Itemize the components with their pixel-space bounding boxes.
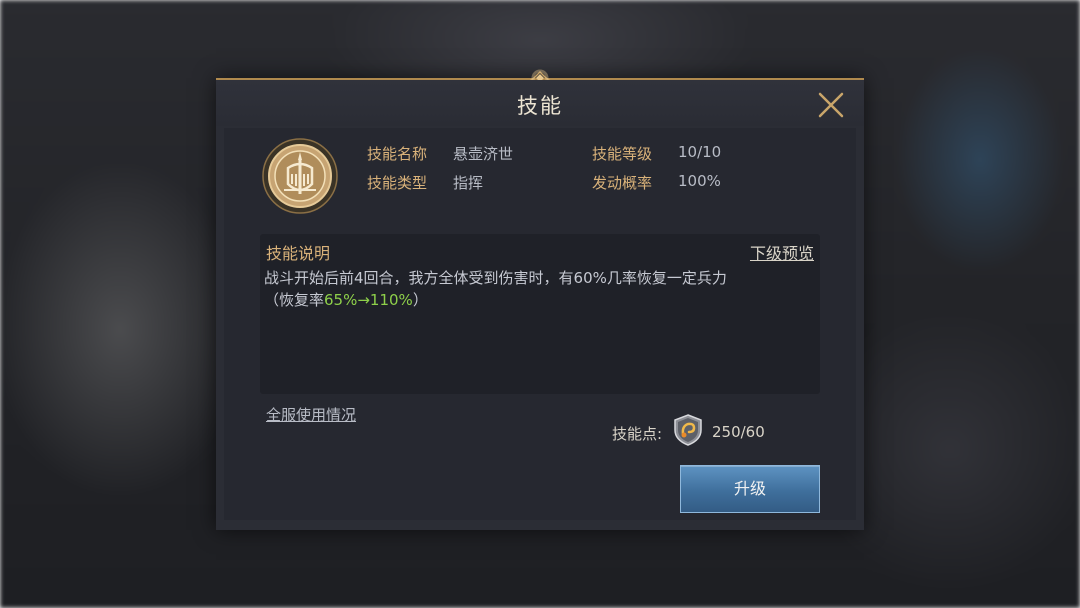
description-text: 战斗开始后前4回合，我方全体受到伤害时，有60%几率恢复一定兵力 （恢复率65%… <box>264 267 816 311</box>
next-level-preview-link[interactable]: 下级预览 <box>750 240 814 264</box>
description-main: 战斗开始后前4回合，我方全体受到伤害时，有60%几率恢复一定兵力 <box>264 269 727 287</box>
description-box: 技能说明 下级预览 战斗开始后前4回合，我方全体受到伤害时，有60%几率恢复一定… <box>260 234 820 394</box>
skill-points-label: 技能点: <box>612 425 663 443</box>
skill-level-label: 技能等级 <box>592 145 653 163</box>
skill-dialog: 技能 技能名称 悬壶济世 技能等级 10/10 技能类型 指挥 发动概率 100… <box>216 69 864 530</box>
skill-name-label: 技能名称 <box>367 145 428 163</box>
skill-point-badge-icon <box>674 414 702 446</box>
skill-type-value: 指挥 <box>453 174 484 192</box>
upgrade-button[interactable]: 升级 <box>680 465 820 513</box>
skill-points-value: 250/60 <box>712 423 765 441</box>
description-title: 技能说明 <box>266 244 331 263</box>
skill-type-label: 技能类型 <box>367 174 428 192</box>
description-suffix: ） <box>412 291 428 309</box>
skill-name-value: 悬壶济世 <box>453 145 514 163</box>
skill-crest-icon <box>262 138 338 214</box>
server-usage-link[interactable]: 全服使用情况 <box>266 404 356 425</box>
skill-chance-value: 100% <box>678 172 721 190</box>
description-prefix: （恢复率 <box>264 291 325 309</box>
skill-chance-label: 发动概率 <box>592 174 653 192</box>
description-recovery-rate: 65%→110% <box>324 291 413 309</box>
skill-level-value: 10/10 <box>678 143 722 161</box>
title-bar: 技能 <box>216 80 864 126</box>
dialog-title: 技能 <box>517 94 563 118</box>
close-icon[interactable] <box>816 90 846 120</box>
